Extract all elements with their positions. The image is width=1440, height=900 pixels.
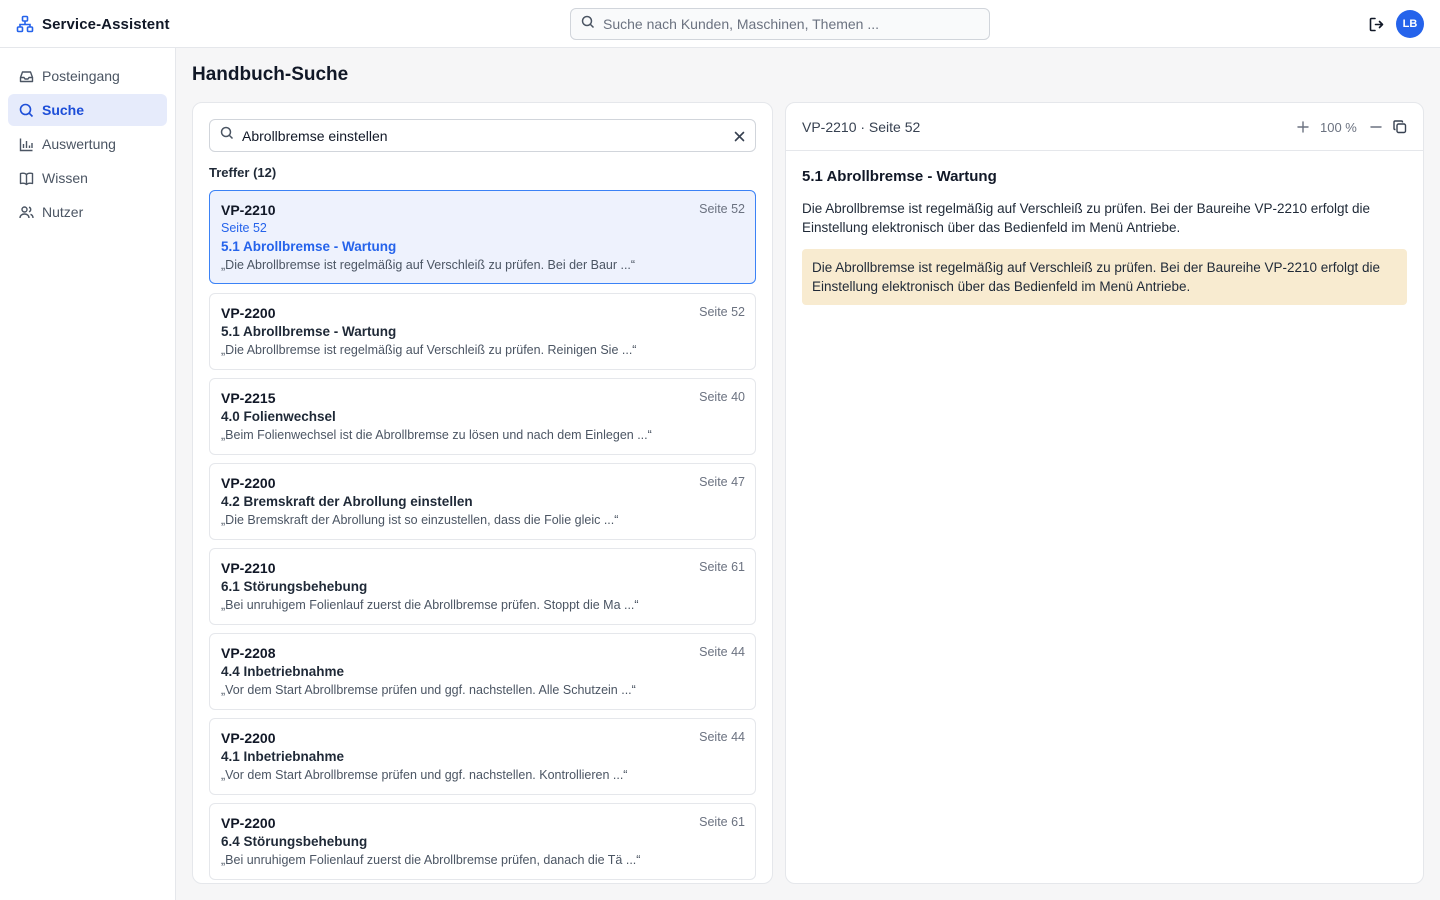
book-icon: [18, 170, 34, 186]
inbox-icon: [18, 68, 34, 84]
copy-icon[interactable]: [1392, 119, 1408, 135]
result-sub-page: Seite 52: [221, 221, 267, 235]
result-card[interactable]: VP-2208 Seite 44 4.4 Inbetriebnahme „Vor…: [209, 633, 756, 710]
network-icon: [16, 15, 34, 33]
result-card[interactable]: VP-2200 Seite 44 4.1 Inbetriebnahme „Vor…: [209, 718, 756, 795]
sidebar-item-auswertung[interactable]: Auswertung: [8, 128, 167, 160]
top-header: Service-Assistent LB: [0, 0, 1440, 48]
result-card[interactable]: VP-2215 Seite 40 4.0 Folienwechsel „Beim…: [209, 378, 756, 455]
document-paragraph: Die Abrollbremse ist regelmäßig auf Vers…: [802, 201, 1371, 235]
result-heading: 5.1 Abrollbremse - Wartung: [221, 239, 397, 254]
result-snippet: „Vor dem Start Abrollbremse prüfen und g…: [221, 768, 628, 782]
result-snippet: „Die Bremskraft der Abrollung ist so ein…: [221, 513, 619, 527]
result-snippet: „Die Abrollbremse ist regelmäßig auf Ver…: [221, 258, 636, 272]
sidebar-item-posteingang[interactable]: Posteingang: [8, 60, 167, 92]
result-model: VP-2210: [221, 560, 276, 576]
bar-chart-icon: [18, 136, 34, 152]
result-card[interactable]: VP-2200 Seite 52 5.1 Abrollbremse - Wart…: [209, 293, 756, 370]
result-snippet: „Beim Folienwechsel ist die Abrollbremse…: [221, 428, 652, 442]
results-panel: Treffer (12) VP-2210 Seite 52 Seite 52 5…: [192, 102, 773, 884]
search-icon: [18, 102, 34, 118]
result-model: VP-2200: [221, 305, 276, 321]
sidebar-item-label: Suche: [42, 102, 85, 118]
avatar[interactable]: LB: [1396, 10, 1424, 38]
manual-search[interactable]: [209, 119, 756, 152]
zoom-level: 100 %: [1320, 120, 1357, 135]
search-icon: [220, 126, 234, 145]
global-search[interactable]: [570, 8, 990, 40]
highlighted-passage: Die Abrollbremse ist regelmäßig auf Vers…: [802, 249, 1407, 305]
sidebar-item-wissen[interactable]: Wissen: [8, 162, 167, 194]
app-title: Service-Assistent: [42, 15, 170, 33]
result-page: Seite 52: [699, 305, 745, 319]
brand[interactable]: Service-Assistent: [16, 12, 170, 36]
result-model: VP-2200: [221, 475, 276, 491]
sidebar-item-suche[interactable]: Suche: [8, 94, 167, 126]
result-heading: 6.1 Störungsbehebung: [221, 579, 368, 594]
document-viewer: VP-2210 · Seite 52 100 % 5.1 Abrollbrems…: [785, 102, 1424, 884]
result-snippet: „Bei unruhigem Folienlauf zuerst die Abr…: [221, 853, 641, 867]
logout-icon[interactable]: [1366, 14, 1386, 34]
result-list: VP-2210 Seite 52 Seite 52 5.1 Abrollbrem…: [209, 190, 756, 883]
clear-icon[interactable]: [731, 128, 747, 144]
document-heading: 5.1 Abrollbremse - Wartung: [802, 168, 997, 185]
result-snippet: „Die Abrollbremse ist regelmäßig auf Ver…: [221, 343, 637, 357]
result-snippet: „Vor dem Start Abrollbremse prüfen und g…: [221, 683, 636, 697]
sidebar-item-label: Wissen: [42, 170, 88, 186]
result-page: Seite 40: [699, 390, 745, 404]
viewer-content: 5.1 Abrollbremse - Wartung Die Abrollbre…: [802, 167, 1407, 305]
sidebar-item-nutzer[interactable]: Nutzer: [8, 196, 167, 228]
result-heading: 4.1 Inbetriebnahme: [221, 749, 345, 764]
search-icon: [581, 15, 595, 34]
result-page: Seite 61: [699, 560, 745, 574]
result-heading: 4.0 Folienwechsel: [221, 409, 336, 424]
page-title: Handbuch-Suche: [192, 64, 349, 85]
result-snippet: „Bei unruhigem Folienlauf zuerst die Abr…: [221, 598, 639, 612]
hits-count: Treffer (12): [209, 165, 277, 180]
result-model: VP-2200: [221, 730, 276, 746]
result-heading: 4.4 Inbetriebnahme: [221, 664, 345, 679]
result-card[interactable]: VP-2200 Seite 61 6.4 Störungsbehebung „B…: [209, 803, 756, 880]
global-search-input[interactable]: [603, 16, 963, 32]
result-model: VP-2208: [221, 645, 276, 661]
viewer-title: VP-2210 · Seite 52: [802, 119, 921, 135]
sidebar: Posteingang Suche Auswertung Wissen Nutz…: [0, 48, 176, 900]
zoom-in-icon[interactable]: [1295, 119, 1311, 135]
users-icon: [18, 204, 34, 220]
manual-search-input[interactable]: [242, 127, 722, 144]
sidebar-item-label: Auswertung: [42, 136, 116, 152]
result-page: Seite 44: [699, 645, 745, 659]
result-page: Seite 47: [699, 475, 745, 489]
result-card[interactable]: VP-2210 Seite 52 Seite 52 5.1 Abrollbrem…: [209, 190, 756, 284]
result-model: VP-2200: [221, 815, 276, 831]
result-model: VP-2215: [221, 390, 276, 406]
zoom-out-icon[interactable]: [1368, 119, 1384, 135]
result-page: Seite 52: [699, 202, 745, 216]
sidebar-item-label: Posteingang: [42, 68, 120, 84]
result-card[interactable]: VP-2200 Seite 47 4.2 Bremskraft der Abro…: [209, 463, 756, 540]
result-heading: 5.1 Abrollbremse - Wartung: [221, 324, 397, 339]
viewer-toolbar: VP-2210 · Seite 52 100 %: [786, 103, 1423, 151]
result-heading: 4.2 Bremskraft der Abrollung einstellen: [221, 494, 473, 509]
result-page: Seite 44: [699, 730, 745, 744]
sidebar-item-label: Nutzer: [42, 204, 84, 220]
result-card[interactable]: VP-2210 Seite 61 6.1 Störungsbehebung „B…: [209, 548, 756, 625]
result-page: Seite 61: [699, 815, 745, 829]
result-heading: 6.4 Störungsbehebung: [221, 834, 368, 849]
result-model: VP-2210: [221, 202, 276, 218]
